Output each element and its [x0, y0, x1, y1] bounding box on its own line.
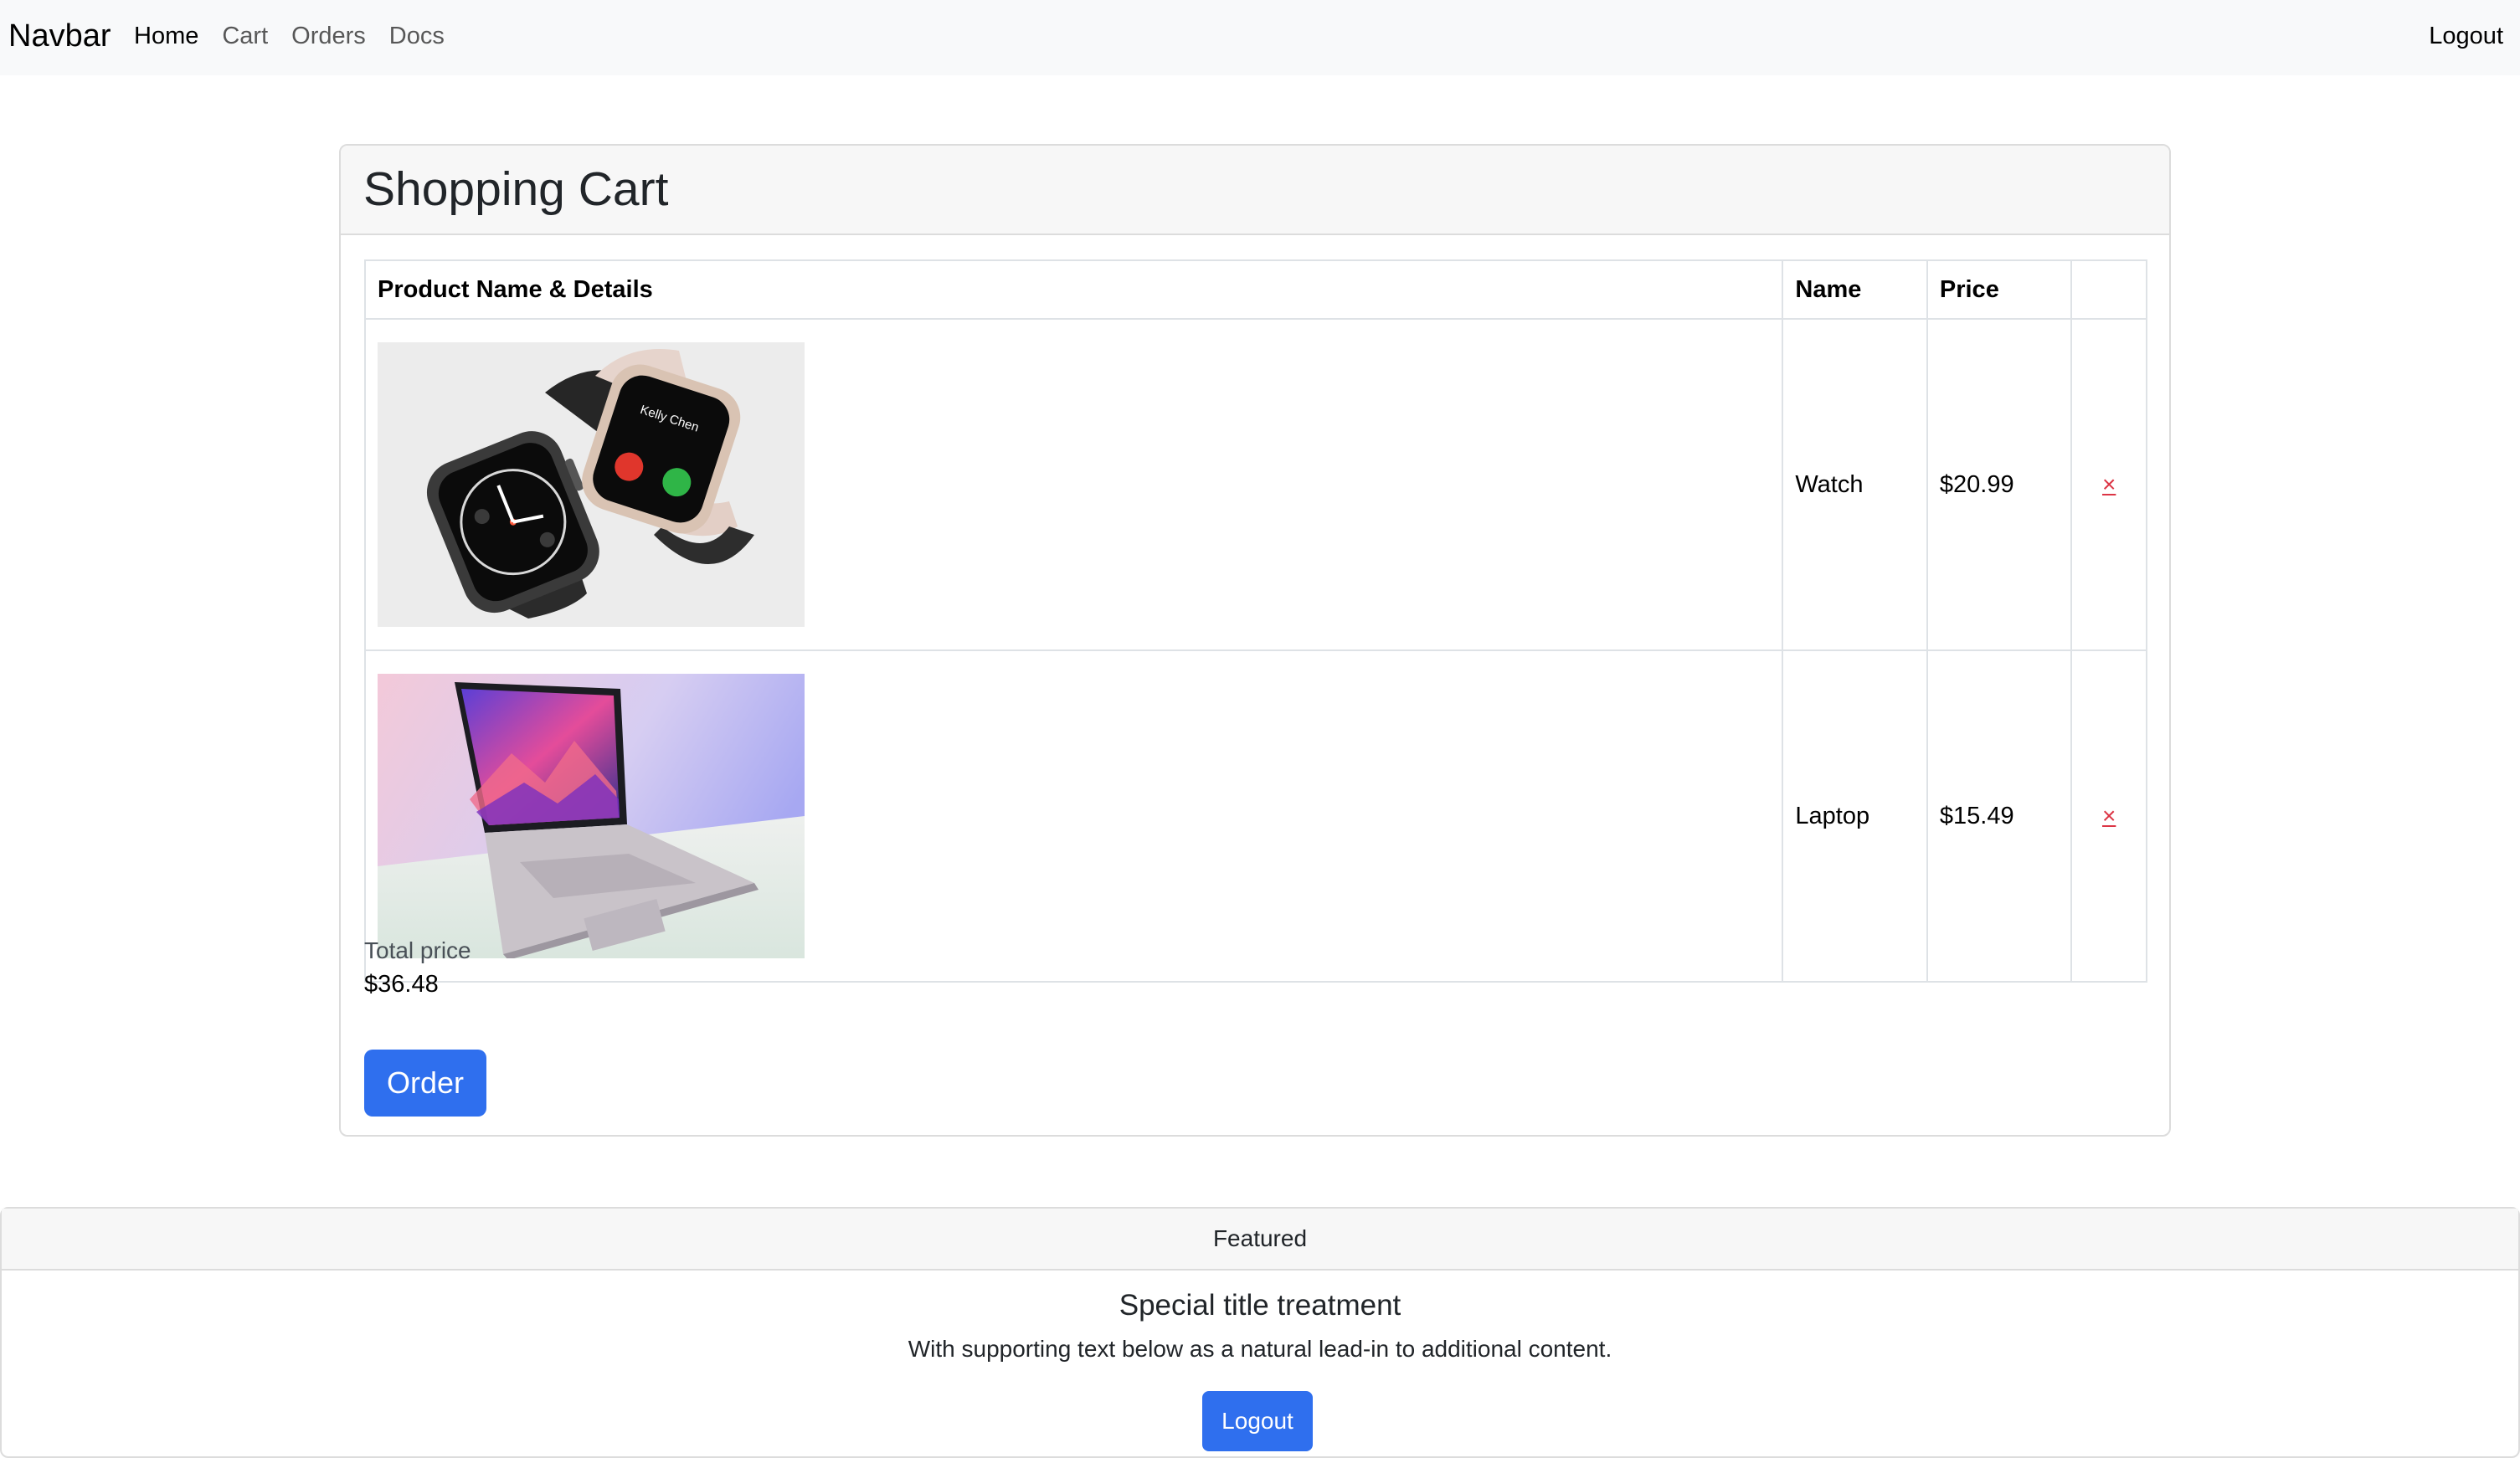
cart-table: Product Name & Details Name Price Kelly … [363, 259, 2147, 983]
featured-logout-button[interactable]: Logout [1202, 1391, 1313, 1451]
nav-link-cart[interactable]: Cart [222, 23, 268, 50]
product-name: Watch [1782, 318, 1928, 651]
featured-title: Special title treatment [1119, 1289, 1401, 1322]
table-row: Laptop $15.49 × [363, 649, 2147, 983]
nav-link-home[interactable]: Home [134, 23, 198, 50]
laptop-image [378, 674, 805, 958]
nav-link-docs[interactable]: Docs [389, 23, 445, 50]
table-row: Kelly Chen Watch $20.99 × [363, 318, 2147, 651]
remove-item-button[interactable]: × [2084, 803, 2134, 829]
remove-cell: × [2070, 649, 2147, 983]
featured-card-header: Featured [2, 1209, 2518, 1271]
remove-cell: × [2070, 318, 2147, 651]
product-image-cell [363, 649, 1784, 983]
navbar-brand[interactable]: Navbar [8, 0, 111, 72]
navbar: Navbar Home Cart Orders Docs Logout [0, 0, 2520, 75]
featured-card: Featured Special title treatment With su… [0, 1207, 2520, 1458]
order-button[interactable]: Order [364, 1050, 486, 1117]
cart-table-header-row: Product Name & Details Name Price [363, 259, 2147, 320]
smartwatch-image: Kelly Chen [378, 342, 805, 627]
column-header-product: Product Name & Details [363, 259, 1784, 320]
remove-item-button[interactable]: × [2084, 471, 2134, 498]
product-image-cell: Kelly Chen [363, 318, 1784, 651]
shopping-cart-card: Shopping Cart Product Name & Details Nam… [339, 144, 2171, 1137]
cart-title: Shopping Cart [363, 162, 669, 216]
featured-text: With supporting text below as a natural … [908, 1336, 1612, 1362]
cart-card-header: Shopping Cart [341, 146, 2169, 235]
column-header-name: Name [1782, 259, 1928, 320]
nav-link-orders[interactable]: Orders [291, 23, 366, 50]
navbar-logout-link[interactable]: Logout [2429, 0, 2503, 72]
column-header-remove [2070, 259, 2147, 320]
product-name: Laptop [1782, 649, 1928, 983]
product-price: $20.99 [1926, 318, 2073, 651]
total-price-label: Total price [364, 937, 471, 963]
total-price-value: $36.48 [364, 971, 439, 998]
product-price: $15.49 [1926, 649, 2073, 983]
nav-links: Home Cart Orders Docs [134, 0, 468, 72]
column-header-price: Price [1926, 259, 2073, 320]
